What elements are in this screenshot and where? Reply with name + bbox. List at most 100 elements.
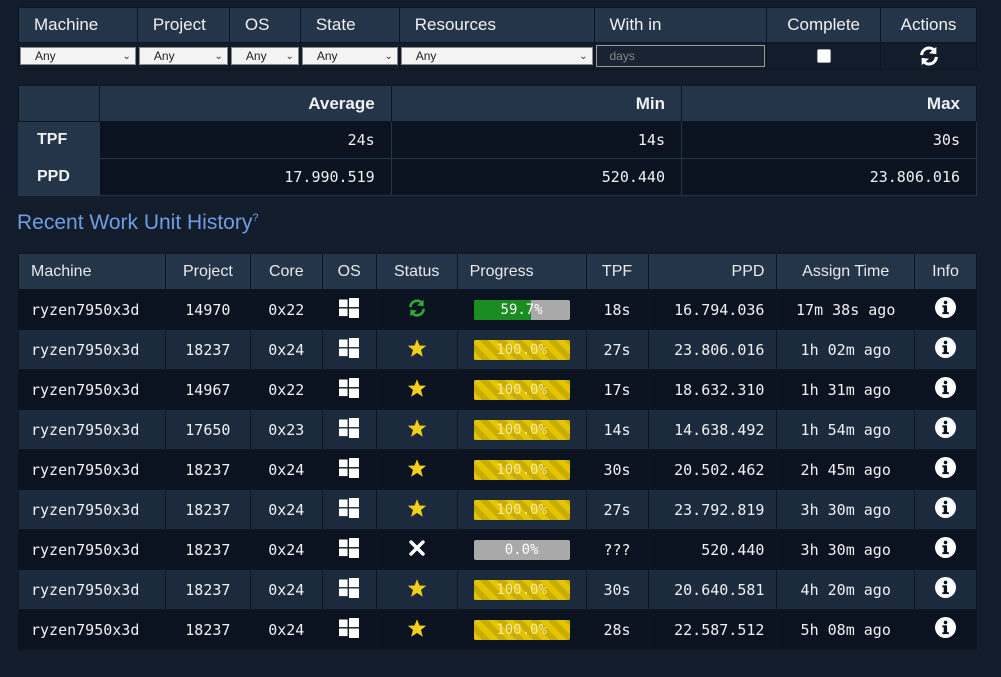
- cell-project: 18237: [164, 529, 251, 570]
- chevron-down-icon: ⌄: [285, 50, 294, 62]
- cell-status: [375, 409, 458, 450]
- cell-tpf: 27s: [585, 489, 649, 530]
- col-assign-time[interactable]: Assign Time: [776, 253, 915, 290]
- col-os[interactable]: OS: [321, 253, 377, 290]
- stats-average: 17.990.519: [98, 158, 392, 196]
- chevron-down-icon: ⌄: [122, 50, 131, 62]
- filter-header-resources: Resources: [398, 7, 595, 43]
- days-input[interactable]: days: [595, 45, 766, 67]
- cell-core: 0x24: [249, 609, 323, 650]
- info-icon[interactable]: [935, 417, 956, 442]
- resources-select[interactable]: Any ⌄: [400, 47, 593, 65]
- stats-header-average: Average: [98, 85, 392, 122]
- cell-info: [914, 609, 977, 650]
- star-icon: [407, 618, 427, 642]
- cell-info: [914, 569, 977, 610]
- progress-label: 100.0%: [496, 501, 547, 518]
- stats-row-ppd: PPD 17.990.519 520.440 23.806.016: [18, 158, 977, 196]
- cell-core: 0x24: [249, 529, 323, 570]
- cell-ppd: 20.640.581: [647, 569, 778, 610]
- state-select-value: Any: [316, 49, 338, 63]
- filter-table: Machine Project OS State Resources With …: [18, 7, 977, 70]
- progress-label: 100.0%: [496, 621, 547, 638]
- cell-machine: ryzen7950x3d: [18, 569, 166, 610]
- cell-info: [914, 449, 977, 490]
- progress-bar: 100.0%: [473, 419, 570, 440]
- complete-checkbox[interactable]: [816, 49, 831, 63]
- cell-assign-time: 4h 20m ago: [776, 569, 915, 610]
- cell-progress: 100.0%: [456, 449, 587, 490]
- filter-header-complete: Complete: [766, 7, 882, 43]
- refresh-button[interactable]: [882, 45, 975, 67]
- cell-core: 0x24: [249, 449, 323, 490]
- os-select[interactable]: Any ⌄: [230, 47, 299, 65]
- cell-status: [375, 449, 458, 490]
- windows-icon: [339, 537, 360, 562]
- star-icon: [407, 338, 427, 362]
- history-row: ryzen7950x3d 18237 0x24 100.0% 28s 22.587.512…: [18, 609, 977, 650]
- col-info[interactable]: Info: [914, 253, 977, 290]
- help-icon[interactable]: ?: [252, 212, 258, 224]
- history-row: ryzen7950x3d 14970 0x22 59.7% 18s 16.794.036 1…: [18, 289, 977, 330]
- col-ppd[interactable]: PPD: [647, 253, 778, 290]
- cell-os: [321, 369, 377, 410]
- cell-os: [321, 289, 377, 330]
- col-tpf[interactable]: TPF: [585, 253, 649, 290]
- running-icon: [407, 298, 427, 322]
- cell-assign-time: 1h 02m ago: [776, 329, 915, 370]
- history-row: ryzen7950x3d 18237 0x24 100.0% 27s 23.806.016…: [18, 329, 977, 370]
- cell-tpf: 17s: [585, 369, 649, 410]
- info-icon[interactable]: [935, 497, 956, 522]
- info-icon[interactable]: [935, 537, 956, 562]
- project-select[interactable]: Any ⌄: [138, 47, 228, 65]
- history-row: ryzen7950x3d 17650 0x23 100.0% 14s 14.638.492…: [18, 409, 977, 450]
- col-machine[interactable]: Machine: [18, 253, 166, 290]
- stats-row-label: PPD: [18, 158, 100, 196]
- col-project[interactable]: Project: [164, 253, 251, 290]
- resources-select-value: Any: [415, 49, 437, 63]
- cell-ppd: 20.502.462: [647, 449, 778, 490]
- info-icon[interactable]: [935, 617, 956, 642]
- cell-status: [375, 369, 458, 410]
- progress-bar: 100.0%: [473, 379, 570, 400]
- cell-info: [914, 329, 977, 370]
- progress-label: 100.0%: [496, 381, 547, 398]
- cell-status: [375, 609, 458, 650]
- cell-tpf: 30s: [585, 569, 649, 610]
- progress-label: 0.0%: [504, 541, 539, 558]
- history-row: ryzen7950x3d 18237 0x24 100.0% 30s 20.502.462…: [18, 449, 977, 490]
- col-status[interactable]: Status: [375, 253, 458, 290]
- cell-machine: ryzen7950x3d: [18, 329, 166, 370]
- cell-progress: 100.0%: [456, 329, 587, 370]
- state-select[interactable]: Any ⌄: [301, 47, 398, 65]
- stats-average: 24s: [98, 121, 392, 159]
- windows-icon: [339, 617, 360, 642]
- machine-select[interactable]: Any ⌄: [20, 47, 136, 65]
- filter-header-machine: Machine: [18, 7, 138, 43]
- cell-progress: 100.0%: [456, 609, 587, 650]
- stats-max: 30s: [681, 121, 977, 159]
- star-icon: [407, 498, 427, 522]
- col-progress[interactable]: Progress: [456, 253, 587, 290]
- chevron-down-icon: ⌄: [579, 50, 588, 62]
- history-row: ryzen7950x3d 14967 0x22 100.0% 17s 18.632.310…: [18, 369, 977, 410]
- cell-core: 0x23: [249, 409, 323, 450]
- cell-project: 14970: [164, 289, 251, 330]
- cell-ppd: 520.440: [647, 529, 778, 570]
- history-title-text: Recent Work Unit History: [17, 211, 253, 234]
- info-icon[interactable]: [935, 577, 956, 602]
- stats-max: 23.806.016: [681, 158, 977, 196]
- cell-tpf: 28s: [585, 609, 649, 650]
- cell-status: [375, 489, 458, 530]
- cell-core: 0x24: [249, 329, 323, 370]
- cell-machine: ryzen7950x3d: [18, 409, 166, 450]
- info-icon[interactable]: [935, 297, 956, 322]
- cell-machine: ryzen7950x3d: [18, 369, 166, 410]
- cell-info: [914, 529, 977, 570]
- info-icon[interactable]: [935, 337, 956, 362]
- cell-machine: ryzen7950x3d: [18, 289, 166, 330]
- info-icon[interactable]: [935, 377, 956, 402]
- info-icon[interactable]: [935, 457, 956, 482]
- col-core[interactable]: Core: [249, 253, 323, 290]
- windows-icon: [339, 457, 360, 482]
